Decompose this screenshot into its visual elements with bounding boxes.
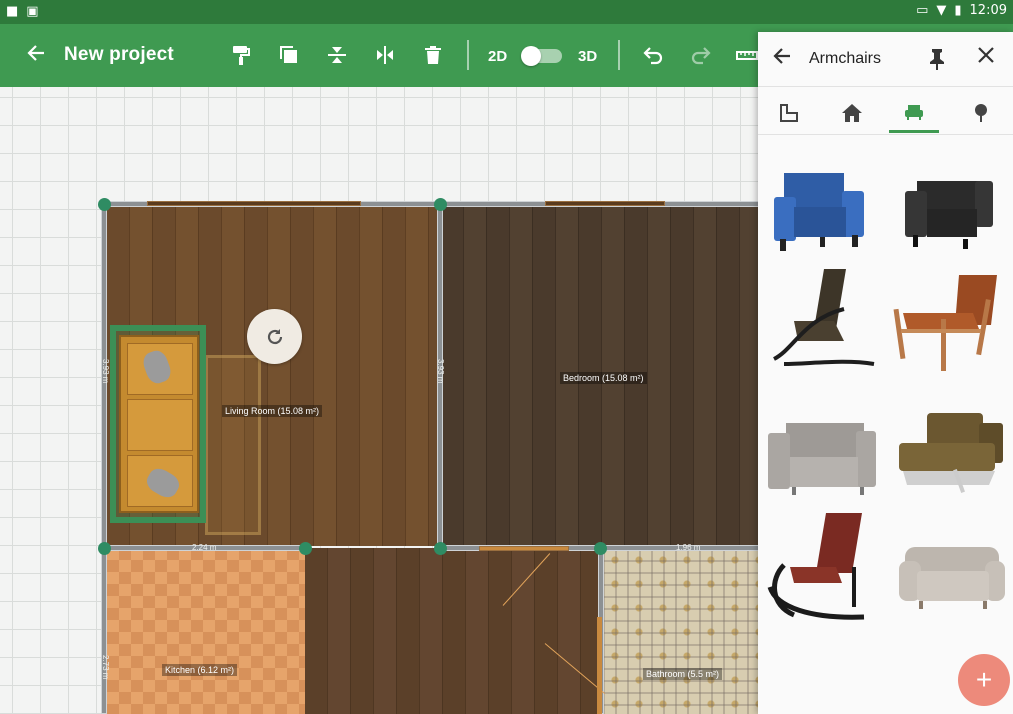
toolbar-divider <box>618 40 620 70</box>
status-bar: ■ ▣ ▭ ▼ ▮ 12:09 <box>0 0 1013 24</box>
ruler-icon <box>736 51 758 60</box>
dimension-label: 3.93 m <box>436 359 445 384</box>
rotate-button[interactable] <box>247 309 302 364</box>
dimension-label: 1.96 m <box>676 543 701 552</box>
dimension-label: 3.93 m <box>101 359 110 384</box>
flip-vertical-icon <box>328 47 346 63</box>
paint-roller-icon <box>233 46 250 65</box>
dimension-label: 2.24 m <box>192 543 217 552</box>
room-label-living-room: Living Room (15.08 m²) <box>222 405 323 417</box>
rocking-chair-icon <box>767 513 865 620</box>
project-title: New project <box>64 44 174 65</box>
sofa-placement-preview <box>205 355 261 535</box>
sofa-cushion <box>127 399 193 451</box>
view-mode-toggle[interactable] <box>521 46 562 66</box>
recliner-armchair-icon <box>773 269 875 366</box>
dimension-label: 2.73 m <box>101 655 110 680</box>
wall-node[interactable] <box>299 542 312 555</box>
pin-icon <box>930 49 944 70</box>
armchair-item-olive[interactable] <box>889 383 1009 501</box>
wall-node[interactable] <box>434 542 447 555</box>
tab-tree[interactable] <box>956 93 1006 133</box>
delete-button[interactable] <box>418 40 448 70</box>
undo-icon <box>643 47 663 65</box>
cast-icon: ▭ <box>916 3 929 18</box>
armchair-item-rocking[interactable] <box>764 507 884 625</box>
battery-icon: ▮ <box>954 3 962 18</box>
house-icon <box>842 104 862 122</box>
armchair-item-light-gray[interactable] <box>889 507 1009 625</box>
wall-node[interactable] <box>98 198 111 211</box>
wall-left[interactable] <box>101 201 107 714</box>
catalog-tabs <box>758 87 1013 135</box>
selected-sofa[interactable] <box>110 325 206 523</box>
hallway[interactable] <box>305 548 602 714</box>
wifi-icon: ▼ <box>936 3 947 18</box>
back-button[interactable] <box>22 42 50 70</box>
copy-icon <box>280 46 297 63</box>
room-label-bedroom: Bedroom (15.08 m²) <box>560 372 647 384</box>
floor-plan-canvas[interactable]: 3.93 m 3.93 m 2.24 m 1.96 m 2.73 m Livin… <box>0 87 760 714</box>
flip-vertical-button[interactable] <box>322 40 352 70</box>
add-fab-button[interactable]: + <box>958 654 1010 706</box>
tufted-armchair-icon <box>899 547 1005 609</box>
panel-back-button[interactable] <box>772 46 792 72</box>
armchair-icon <box>905 104 923 120</box>
tab-floor-plan[interactable] <box>764 93 814 133</box>
trash-icon <box>425 46 441 64</box>
gray-armchair-icon <box>768 423 876 495</box>
door[interactable] <box>479 546 569 551</box>
armchair-item-black[interactable] <box>889 141 1009 259</box>
toggle-knob <box>521 46 541 66</box>
sofa-body <box>119 335 199 513</box>
redo-icon <box>691 47 711 65</box>
mode-2d-label[interactable]: 2D <box>488 48 507 65</box>
wall-node[interactable] <box>98 542 111 555</box>
arrow-left-icon <box>773 48 790 64</box>
room-label-kitchen: Kitchen (6.12 m²) <box>162 664 238 676</box>
flip-horizontal-icon <box>377 46 393 64</box>
blue-armchair-icon <box>774 173 864 251</box>
flip-horizontal-button[interactable] <box>370 40 400 70</box>
duplicate-button[interactable] <box>274 40 304 70</box>
toolbar-divider <box>467 40 469 70</box>
window[interactable] <box>545 201 665 206</box>
wall-node[interactable] <box>434 198 447 211</box>
black-armchair-icon <box>905 181 993 249</box>
video-icon: ■ <box>6 4 19 19</box>
floor-plan-icon <box>780 104 798 122</box>
clipboard-icon: ▣ <box>26 4 39 19</box>
pin-button[interactable] <box>926 47 948 76</box>
olive-armchair-icon <box>899 413 1003 493</box>
window[interactable] <box>147 201 361 206</box>
door[interactable] <box>597 617 602 714</box>
tree-icon <box>975 104 987 122</box>
armchair-item-blue[interactable] <box>764 141 884 259</box>
clock: 12:09 <box>969 3 1007 18</box>
armchair-catalog-grid <box>758 135 1013 714</box>
undo-button[interactable] <box>638 40 668 70</box>
redo-button[interactable] <box>686 40 716 70</box>
armchair-item-wooden[interactable] <box>889 259 1009 377</box>
close-icon <box>978 47 994 63</box>
bathroom[interactable] <box>603 548 760 714</box>
app-root: ■ ▣ ▭ ▼ ▮ 12:09 New project 2D 3D 3.93 m… <box>0 0 1013 714</box>
kitchen[interactable] <box>107 548 305 714</box>
wooden-armchair-icon <box>893 275 997 371</box>
catalog-panel: Armchairs <box>758 32 1013 714</box>
armchair-item-recliner[interactable] <box>764 259 884 377</box>
panel-title: Armchairs <box>809 50 882 67</box>
panel-header: Armchairs <box>758 32 1013 87</box>
room-label-bathroom: Bathroom (5.5 m²) <box>643 668 723 680</box>
close-button[interactable] <box>976 45 996 71</box>
armchair-item-gray[interactable] <box>764 383 884 501</box>
mode-3d-label[interactable]: 3D <box>578 48 597 65</box>
wall-node[interactable] <box>594 542 607 555</box>
paint-roller-button[interactable] <box>226 40 256 70</box>
arrow-left-icon <box>27 45 44 61</box>
tab-house[interactable] <box>827 93 877 133</box>
tab-armchair[interactable] <box>889 93 939 133</box>
rotate-icon <box>267 328 282 344</box>
